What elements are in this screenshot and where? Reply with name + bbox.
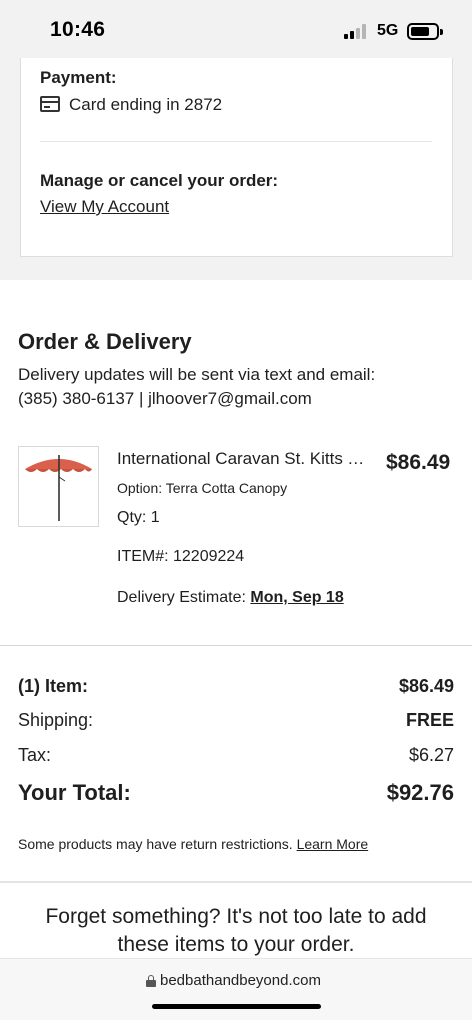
forget-line-2: these items to your order. xyxy=(117,933,355,956)
delivery-estimate-label: Delivery Estimate: xyxy=(117,589,246,606)
lock-icon xyxy=(146,975,156,987)
contact-info: (385) 380-6137 | jlhoover7@gmail.com xyxy=(18,389,312,408)
shipping-value: FREE xyxy=(405,710,454,730)
delivery-estimate-date: Mon, Sep 18 xyxy=(250,589,344,606)
divider xyxy=(40,141,432,142)
tax-value: $6.27 xyxy=(408,745,454,765)
shipping-label: Shipping: xyxy=(18,710,94,730)
url-text[interactable]: bedbathandbeyond.com xyxy=(160,972,321,989)
patio-umbrella-image[interactable] xyxy=(18,446,99,527)
product-name[interactable]: International Caravan St. Kitts Terra Co… xyxy=(117,449,369,469)
learn-more-link[interactable]: Learn More xyxy=(297,836,369,852)
product-price: $86.49 xyxy=(386,451,451,474)
home-indicator[interactable] xyxy=(152,1004,321,1009)
delivery-estimate: Delivery Estimate: Mon, Sep 18 xyxy=(117,589,344,607)
forget-something-message: Forget something? It's not too late to a… xyxy=(0,903,472,959)
divider xyxy=(0,881,472,883)
items-value: $86.49 xyxy=(398,676,454,696)
browser-url-bar[interactable] xyxy=(0,958,472,1020)
tax-label: Tax: xyxy=(18,745,52,765)
card-ending-text: Card ending in 2872 xyxy=(69,95,223,114)
product-qty: Qty: 1 xyxy=(117,509,160,526)
delivery-updates-text: Delivery updates will be sent via text a… xyxy=(18,365,376,384)
battery-icon xyxy=(407,23,439,40)
return-restrictions: Some products may have return restrictio… xyxy=(18,836,368,852)
forget-line-1: Forget something? It's not too late to a… xyxy=(45,905,427,928)
tax-row: Tax: $6.27 xyxy=(18,745,454,766)
manage-order-title: Manage or cancel your order: xyxy=(40,171,279,190)
network-label: 5G xyxy=(377,22,399,39)
shipping-row: Shipping: FREE xyxy=(18,710,454,731)
order-delivery-title: Order & Delivery xyxy=(18,329,192,354)
status-time: 10:46 xyxy=(50,18,106,41)
items-label: (1) Item: xyxy=(18,676,89,696)
product-item-number: ITEM#: 12209224 xyxy=(117,548,245,565)
product-option: Option: Terra Cotta Canopy xyxy=(117,480,288,496)
total-row: Your Total: $92.76 xyxy=(18,780,454,806)
credit-card-icon xyxy=(40,96,60,112)
divider xyxy=(0,645,472,646)
signal-icon xyxy=(344,23,370,39)
payment-title: Payment: xyxy=(40,68,117,87)
total-value: $92.76 xyxy=(386,780,454,805)
status-bar: 10:46 5G xyxy=(0,0,472,58)
view-my-account-link[interactable]: View My Account xyxy=(40,197,169,217)
restrictions-text: Some products may have return restrictio… xyxy=(18,836,293,852)
items-subtotal-row: (1) Item: $86.49 xyxy=(18,676,454,697)
battery-tip xyxy=(440,29,443,35)
total-label: Your Total: xyxy=(18,780,131,805)
